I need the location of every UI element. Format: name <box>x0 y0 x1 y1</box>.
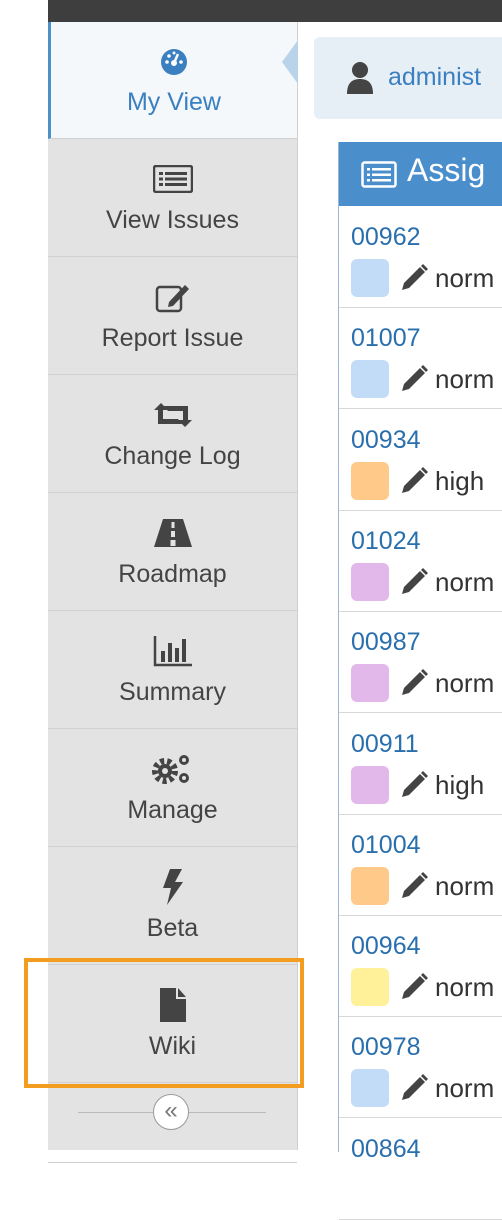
sidebar-item-change-log[interactable]: Change Log <box>48 376 297 493</box>
active-item-pointer <box>282 40 298 84</box>
table-row[interactable]: 01024 norm <box>339 511 502 612</box>
priority-label: norm <box>435 263 495 293</box>
table-row[interactable]: 00978 norm <box>339 1017 502 1119</box>
status-color-swatch <box>351 664 389 703</box>
priority-label: high <box>435 769 485 800</box>
list-icon <box>361 161 397 188</box>
table-row[interactable]: 00864 <box>339 1119 502 1220</box>
issue-id-link[interactable]: 00934 <box>351 426 421 455</box>
priority-label: high <box>435 465 485 496</box>
status-color-swatch <box>351 968 389 1007</box>
table-row[interactable]: 00962 norm <box>339 207 502 308</box>
status-color-swatch <box>351 259 389 297</box>
status-color-swatch <box>351 1069 389 1108</box>
user-icon <box>346 61 374 95</box>
bar-chart-icon <box>48 634 297 668</box>
sidebar-item-label: Report Issue <box>101 324 244 352</box>
status-color-swatch <box>351 866 389 905</box>
panel-title: Assig <box>407 152 486 188</box>
status-color-swatch <box>351 562 389 601</box>
priority-label: norm <box>435 668 495 699</box>
priority-label: norm <box>435 1073 495 1104</box>
sidebar-item-my-view[interactable]: My View <box>48 22 297 139</box>
sidebar-item-label: Change Log <box>104 442 241 470</box>
sidebar-item-label: Beta <box>146 914 199 942</box>
table-row[interactable]: 00911 high <box>339 714 502 815</box>
sidebar-item-label: My View <box>126 88 221 116</box>
issue-id-link[interactable]: 00978 <box>351 1033 421 1062</box>
sidebar-item-report-issue[interactable]: Report Issue <box>48 258 297 375</box>
bolt-icon <box>48 869 297 905</box>
sidebar-item-label: View Issues <box>106 206 239 234</box>
highlight-box <box>24 958 304 1088</box>
table-row[interactable]: 00987 norm <box>339 612 502 714</box>
sidebar-item-label: Manage <box>127 796 218 824</box>
table-row[interactable]: 01007 norm <box>339 308 502 410</box>
priority-label: norm <box>435 972 495 1003</box>
sidebar-item-beta[interactable]: Beta <box>48 848 297 965</box>
sidebar-collapse-button[interactable]: « <box>153 1094 189 1130</box>
status-color-swatch <box>351 765 389 804</box>
pencil-icon[interactable] <box>399 466 429 496</box>
road-icon <box>48 516 297 550</box>
pencil-icon[interactable] <box>399 871 429 901</box>
top-navbar <box>48 0 502 22</box>
issue-id-link[interactable]: 00864 <box>351 1135 421 1164</box>
gears-icon <box>48 752 297 786</box>
table-row[interactable]: 00934 high <box>339 410 502 511</box>
pencil-icon[interactable] <box>399 567 429 597</box>
user-link[interactable]: administ <box>388 63 481 92</box>
sidebar-item-summary[interactable]: Summary <box>48 612 297 729</box>
breadcrumb-bar: administ <box>314 37 502 119</box>
priority-label: norm <box>435 870 495 901</box>
priority-label: norm <box>435 566 495 597</box>
pencil-icon[interactable] <box>399 1073 429 1103</box>
table-row[interactable]: 00964 norm <box>339 916 502 1018</box>
status-color-swatch <box>351 461 389 500</box>
priority-label: norm <box>435 364 495 395</box>
sidebar-item-roadmap[interactable]: Roadmap <box>48 494 297 611</box>
pencil-icon[interactable] <box>399 668 429 698</box>
sidebar-item-view-issues[interactable]: View Issues <box>48 140 297 257</box>
assigned-issues-panel: Assig 00962 norm 01007 norm 00934 high 01024 no… <box>338 142 502 1220</box>
panel-header: Assig <box>339 142 502 206</box>
issue-id-link[interactable]: 01024 <box>351 527 421 556</box>
sidebar-item-manage[interactable]: Manage <box>48 730 297 847</box>
issue-id-link[interactable]: 00962 <box>351 223 421 252</box>
status-color-swatch <box>351 360 389 399</box>
list-icon <box>48 162 297 196</box>
issue-id-link[interactable]: 00964 <box>351 932 421 961</box>
retweet-icon <box>48 398 297 432</box>
sidebar-footer <box>48 1162 297 1172</box>
pencil-icon[interactable] <box>399 263 429 293</box>
pencil-icon[interactable] <box>399 364 429 394</box>
issue-id-link[interactable]: 00987 <box>351 628 421 657</box>
issue-id-link[interactable]: 01007 <box>351 324 421 353</box>
pencil-icon[interactable] <box>399 770 429 800</box>
issue-id-link[interactable]: 00911 <box>351 730 419 759</box>
dashboard-icon <box>51 44 297 78</box>
pencil-icon[interactable] <box>399 972 429 1002</box>
table-row[interactable]: 01004 norm <box>339 815 502 916</box>
issue-id-link[interactable]: 01004 <box>351 831 421 860</box>
sidebar-item-label: Summary <box>119 678 226 706</box>
sidebar-item-label: Roadmap <box>118 560 227 588</box>
edit-icon <box>48 280 297 314</box>
